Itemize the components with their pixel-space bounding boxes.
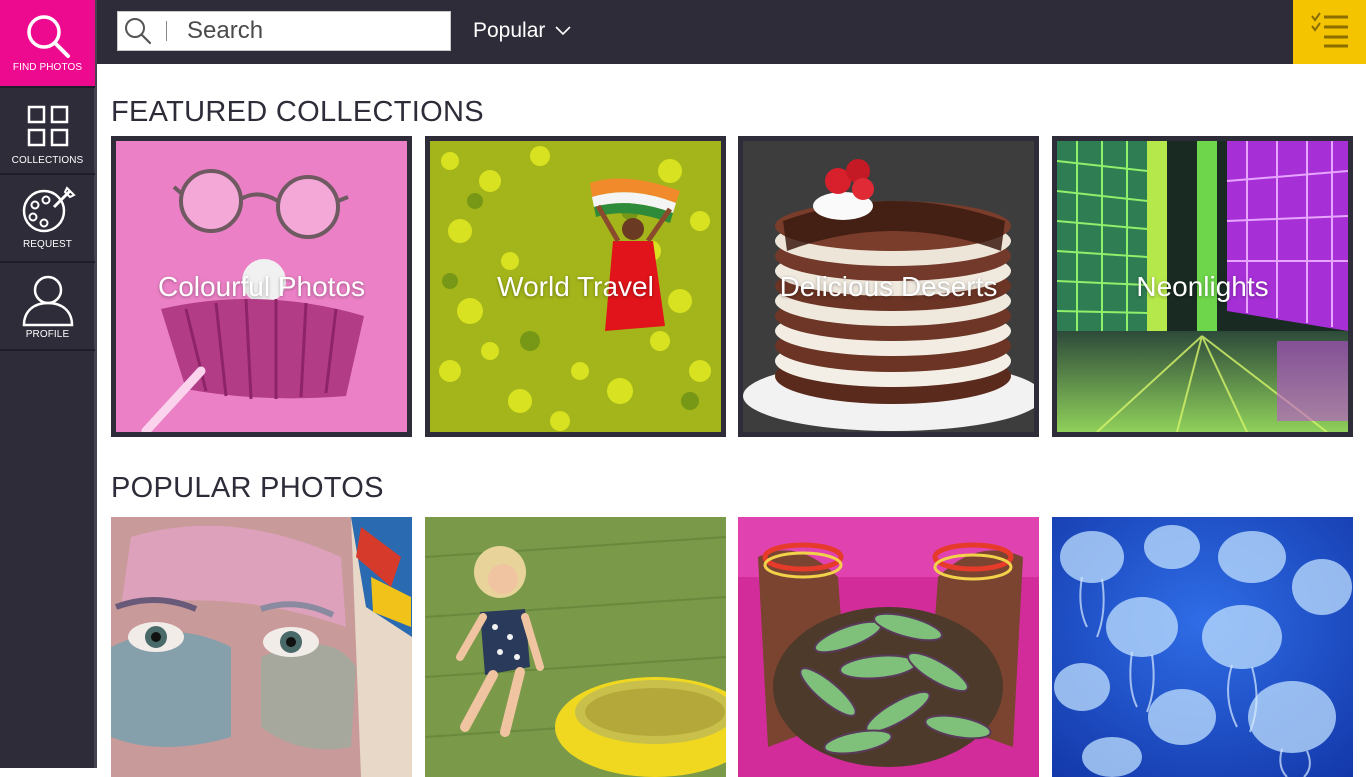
search-icon <box>24 12 72 60</box>
collection-caption: Neonlights <box>1136 271 1269 302</box>
search-divider <box>166 21 167 41</box>
sidebar-item-label: REQUEST <box>22 239 73 250</box>
search-box[interactable] <box>117 11 451 51</box>
palette-icon <box>20 185 76 235</box>
search-icon <box>118 11 158 51</box>
photo-image <box>111 517 412 777</box>
featured-collections-title: FEATURED COLLECTIONS <box>111 96 484 128</box>
photo-tile[interactable] <box>1052 517 1353 777</box>
photo-image <box>1052 517 1353 777</box>
collection-caption: Colourful Photos <box>157 271 365 302</box>
collection-image: Delicious Deserts <box>743 141 1034 432</box>
collection-image: Neonlights <box>1057 141 1348 432</box>
sidebar-nav: FIND PHOTOS COLLECTIONS REQUEST PROFILE <box>0 0 97 768</box>
collection-image: Colourful Photos <box>116 141 407 432</box>
top-bar: Popular <box>97 0 1366 64</box>
photo-tile[interactable] <box>738 517 1039 777</box>
collection-tile-neonlights[interactable]: Neonlights <box>1052 136 1353 437</box>
photo-tile[interactable] <box>111 517 412 777</box>
checklist-menu-button[interactable] <box>1293 0 1366 64</box>
grid-icon <box>27 105 69 147</box>
collection-tile-colourful[interactable]: Colourful Photos <box>111 136 412 437</box>
collection-image: World Travel <box>430 141 721 432</box>
chevron-down-icon <box>555 18 571 42</box>
sidebar-item-profile[interactable]: PROFILE <box>0 263 95 351</box>
sidebar-item-label: FIND PHOTOS <box>12 62 83 73</box>
sidebar-item-request[interactable]: REQUEST <box>0 175 95 263</box>
sidebar-item-label: PROFILE <box>25 329 70 340</box>
sidebar-item-collections[interactable]: COLLECTIONS <box>0 88 95 175</box>
sidebar-item-find-photos[interactable]: FIND PHOTOS <box>0 0 95 88</box>
sort-dropdown[interactable]: Popular <box>473 16 571 46</box>
search-input[interactable] <box>187 17 427 45</box>
collection-tile-world-travel[interactable]: World Travel <box>425 136 726 437</box>
photo-image <box>425 517 726 777</box>
photo-image <box>738 517 1039 777</box>
collection-caption: World Travel <box>497 271 654 302</box>
collection-tile-deserts[interactable]: Delicious Deserts <box>738 136 1039 437</box>
sort-dropdown-value: Popular <box>473 19 546 42</box>
sidebar-item-label: COLLECTIONS <box>11 155 84 166</box>
photo-tile[interactable] <box>425 517 726 777</box>
popular-photos-title: POPULAR PHOTOS <box>111 472 384 504</box>
user-icon <box>20 273 76 327</box>
collection-caption: Delicious Deserts <box>779 271 998 302</box>
checklist-icon <box>1310 11 1350 54</box>
